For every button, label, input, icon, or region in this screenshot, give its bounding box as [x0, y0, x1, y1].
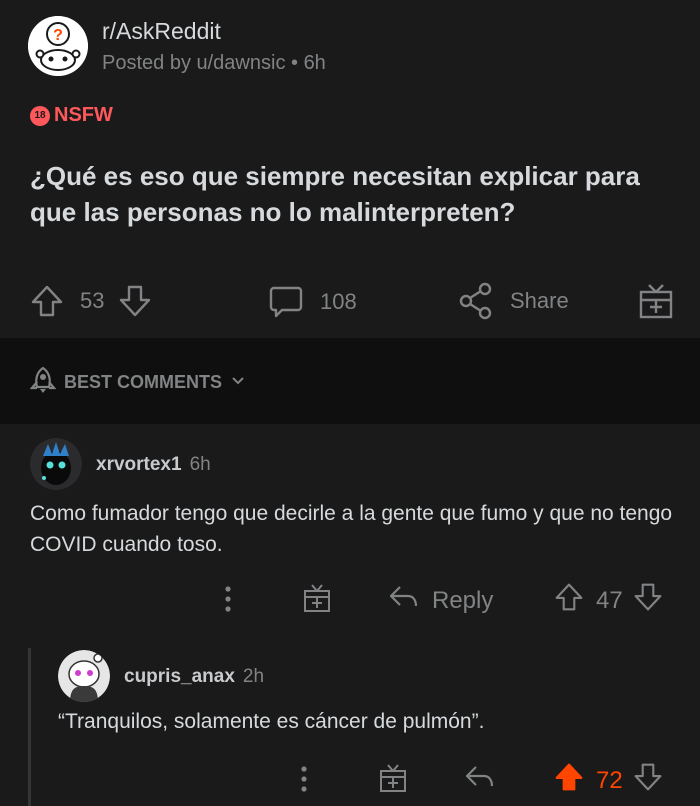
comment-count: 108 — [320, 289, 357, 314]
upvote-icon[interactable] — [554, 762, 584, 799]
gift-icon[interactable] — [302, 582, 332, 621]
comment-username[interactable]: cupris_anax — [124, 666, 235, 687]
sort-label: BEST COMMENTS — [64, 372, 223, 392]
share-button[interactable]: Share — [458, 282, 569, 320]
nsfw-badge-icon: 18 — [30, 105, 50, 126]
subreddit-icon[interactable]: ? — [28, 16, 88, 76]
comment-author-2: cupris_anax 2h — [124, 666, 264, 688]
comment-body-1: Como fumador tengo que decirle a la gent… — [30, 502, 673, 556]
comment-sort-bar: BEST COMMENTS — [0, 338, 700, 424]
comment-author-1: xrvortex1 6h — [96, 454, 211, 476]
post-vote-count: 53 — [80, 288, 105, 313]
reply-button[interactable]: Reply — [388, 582, 493, 619]
more-options-icon[interactable] — [296, 764, 312, 801]
subreddit-name[interactable]: r/AskReddit — [102, 18, 221, 45]
posted-by[interactable]: Posted by u/dawnsic — [102, 52, 285, 74]
avatar[interactable] — [30, 438, 82, 490]
comment-age: 2h — [242, 666, 265, 687]
comment-age: 6h — [189, 454, 211, 475]
chevron-down-icon — [230, 372, 246, 393]
svg-text:?: ? — [53, 27, 63, 44]
post-age: 6h — [303, 52, 326, 74]
meta-separator: • — [291, 52, 304, 74]
downvote-icon[interactable] — [633, 582, 663, 619]
comments-button[interactable]: 108 — [268, 284, 357, 320]
award-button[interactable] — [638, 282, 674, 320]
nsfw-label: NSFW — [54, 104, 113, 126]
post-meta: Posted by u/dawnsic • 6h — [102, 52, 326, 75]
gift-icon[interactable] — [378, 762, 408, 801]
reply-icon[interactable] — [464, 762, 496, 799]
comment-body-2: “Tranquilos, solamente es cáncer de pulm… — [58, 710, 485, 733]
comment-vote-count: 47 — [596, 586, 623, 614]
share-label: Share — [510, 288, 569, 313]
upvote-icon[interactable] — [554, 582, 584, 619]
post-title[interactable]: ¿Qué es eso que siempre necesitan explic… — [30, 158, 670, 230]
upvote-icon[interactable] — [30, 284, 64, 318]
comment-icon — [268, 284, 304, 320]
comment-vote-count: 72 — [596, 766, 623, 794]
post-vote-group: 53 — [30, 284, 152, 318]
comment-username[interactable]: xrvortex1 — [96, 454, 182, 475]
more-options-icon[interactable] — [220, 584, 236, 621]
gift-icon — [638, 282, 674, 320]
user-avatar-icon — [58, 650, 110, 702]
comment-vote-group-2: 72 — [554, 762, 663, 799]
comment-action-bar-1: Reply 47 — [0, 580, 700, 620]
askreddit-logo-icon: ? — [28, 16, 88, 76]
reply-label: Reply — [432, 586, 494, 614]
sort-dropdown[interactable]: BEST COMMENTS — [29, 366, 246, 399]
post-action-bar: 53 108 Share — [0, 276, 700, 326]
avatar[interactable] — [58, 650, 110, 702]
share-icon — [458, 282, 494, 320]
reply-icon — [388, 582, 420, 619]
comments-section: xrvortex1 6h Como fumador tengo que decir… — [0, 424, 700, 806]
downvote-icon[interactable] — [633, 762, 663, 799]
user-avatar-icon — [30, 438, 82, 490]
downvote-icon[interactable] — [118, 284, 152, 318]
comment-action-bar-2: 72 — [0, 760, 700, 800]
rocket-icon — [29, 366, 57, 399]
comment-vote-group-1: 47 — [554, 582, 663, 619]
post-card: ? r/AskReddit Posted by u/dawnsic • 6h 1… — [0, 0, 700, 338]
nsfw-tag: 18 NSFW — [30, 104, 113, 127]
